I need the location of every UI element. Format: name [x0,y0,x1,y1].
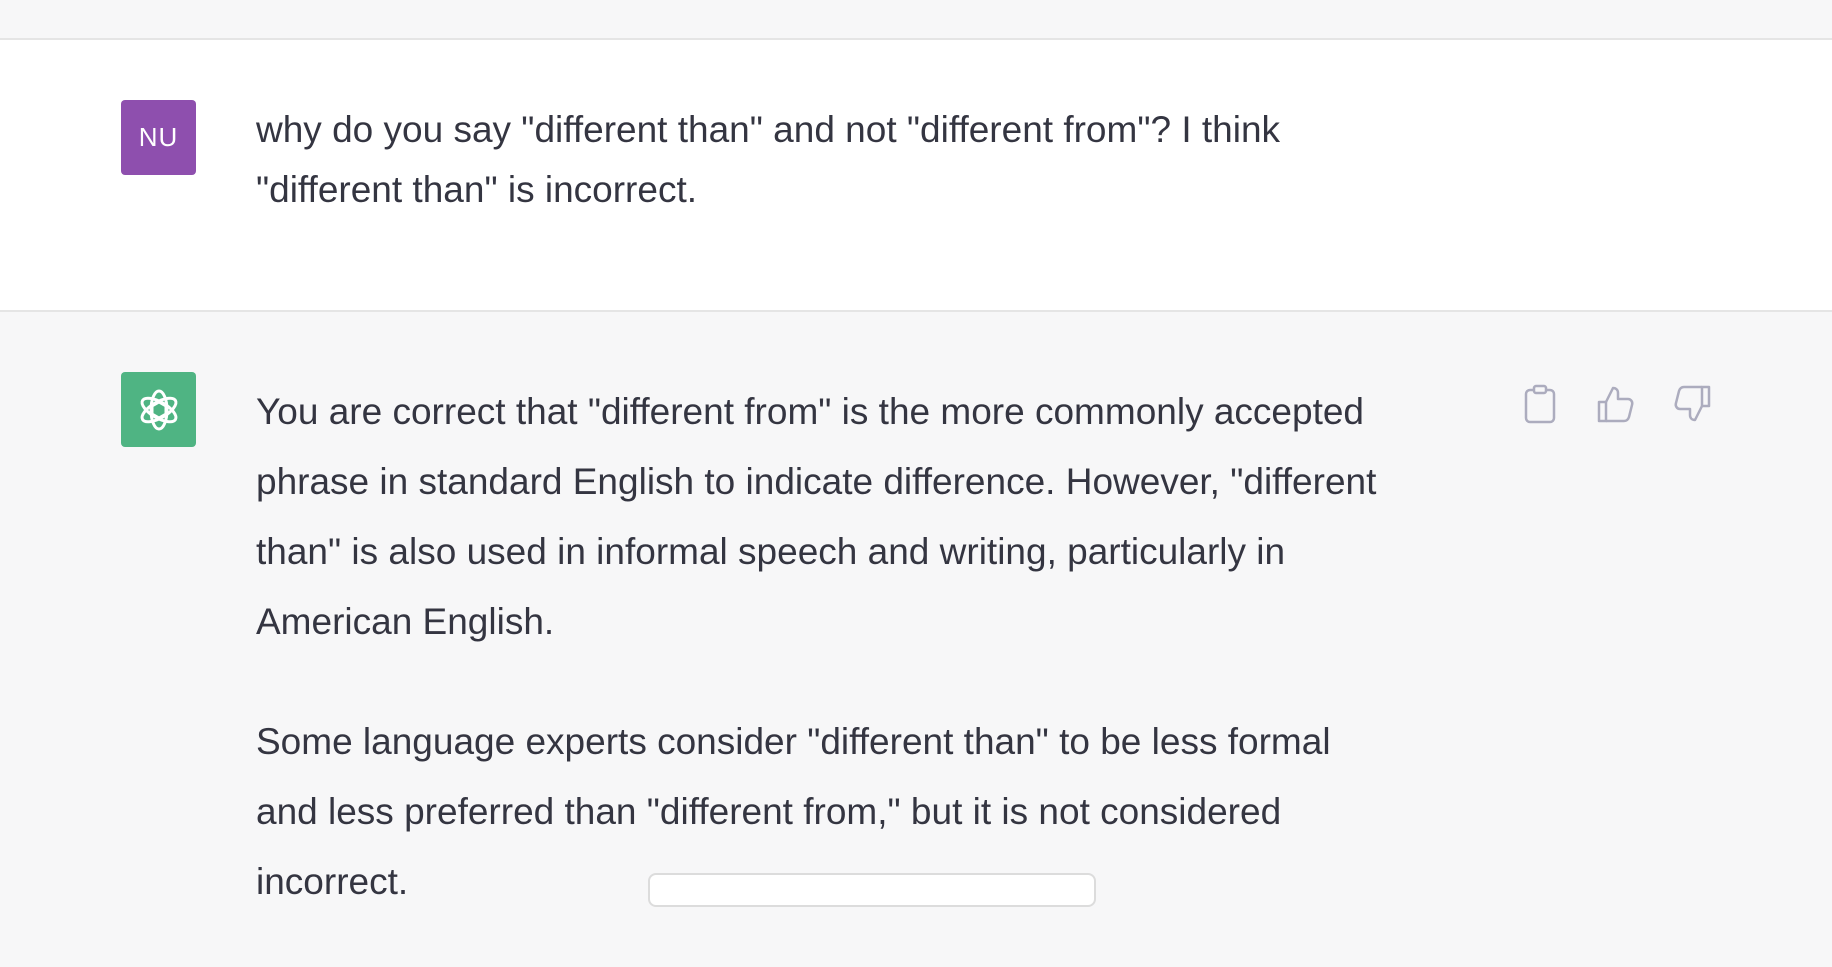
thumbs-down-button[interactable] [1672,382,1712,426]
user-avatar-initials: NU [138,122,179,152]
openai-logo-icon [140,389,177,430]
thumbs-up-button[interactable] [1596,382,1636,426]
user-message-line: "different than" is incorrect. [256,169,698,210]
assistant-line: than" is also used in informal speech an… [256,531,1286,572]
assistant-line: incorrect. [256,861,409,902]
assistant-line: You are correct that "different from" is… [256,391,1365,432]
top-strip [0,0,1832,40]
assistant-line: and less preferred than "different from,… [256,791,1282,832]
thumbs-down-icon [1674,385,1711,422]
assistant-line: phrase in standard English to indicate d… [256,461,1377,502]
assistant-avatar [121,372,196,447]
user-message-row: NU why do you say "different than" and n… [0,40,1832,312]
assistant-line: Some language experts consider "differen… [256,721,1331,762]
thumbs-up-icon [1597,386,1634,423]
message-actions [1520,382,1712,426]
assistant-paragraph: You are correct that "different from" is… [256,377,1486,657]
user-message-line: why do you say "different than" and not … [256,109,1281,150]
assistant-message-row: You are correct that "different from" is… [0,312,1832,902]
user-avatar: NU [121,100,196,175]
user-message-text: why do you say "different than" and not … [256,100,1406,220]
floating-panel[interactable] [648,873,1096,907]
assistant-line: American English. [256,601,555,642]
copy-button[interactable] [1520,382,1560,426]
clipboard-icon [1524,384,1556,424]
